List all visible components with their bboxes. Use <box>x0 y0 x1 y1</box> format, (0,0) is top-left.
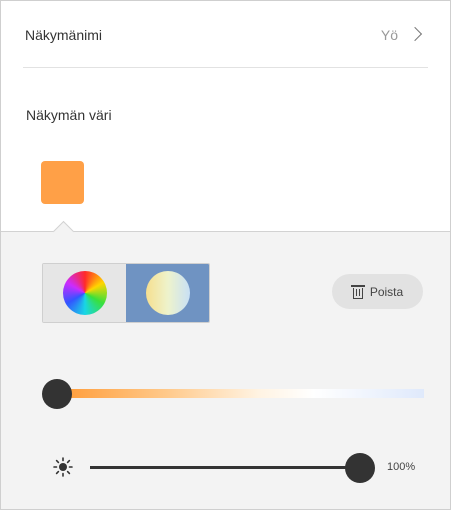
brightness-value: 100% <box>387 461 416 473</box>
brightness-slider-track[interactable] <box>90 466 360 469</box>
scene-name-value: Yö <box>380 27 398 43</box>
color-wheel-icon <box>62 271 107 315</box>
color-temperature-slider-track[interactable] <box>56 389 424 398</box>
chevron-right-icon <box>407 26 423 42</box>
scene-name-label: Näkymänimi <box>25 27 103 43</box>
scene-color-label: Näkymän väri <box>26 107 112 123</box>
color-wheel-mode-button[interactable] <box>43 264 126 322</box>
scene-color-swatch[interactable] <box>41 161 84 204</box>
trash-icon <box>350 284 365 299</box>
brightness-icon <box>53 457 73 477</box>
color-mode-toggle <box>42 263 210 323</box>
scene-name-row[interactable]: Näkymänimi Yö <box>23 1 428 68</box>
delete-button[interactable]: Poista <box>332 274 423 309</box>
delete-button-label: Poista <box>369 284 404 299</box>
brightness-slider-handle[interactable] <box>345 453 375 483</box>
scene-editor: Näkymänimi Yö Näkymän väri Poista 100% <box>0 0 451 510</box>
white-temperature-icon <box>145 271 190 315</box>
color-temperature-slider-handle[interactable] <box>42 379 72 409</box>
white-temperature-mode-button[interactable] <box>126 264 209 322</box>
